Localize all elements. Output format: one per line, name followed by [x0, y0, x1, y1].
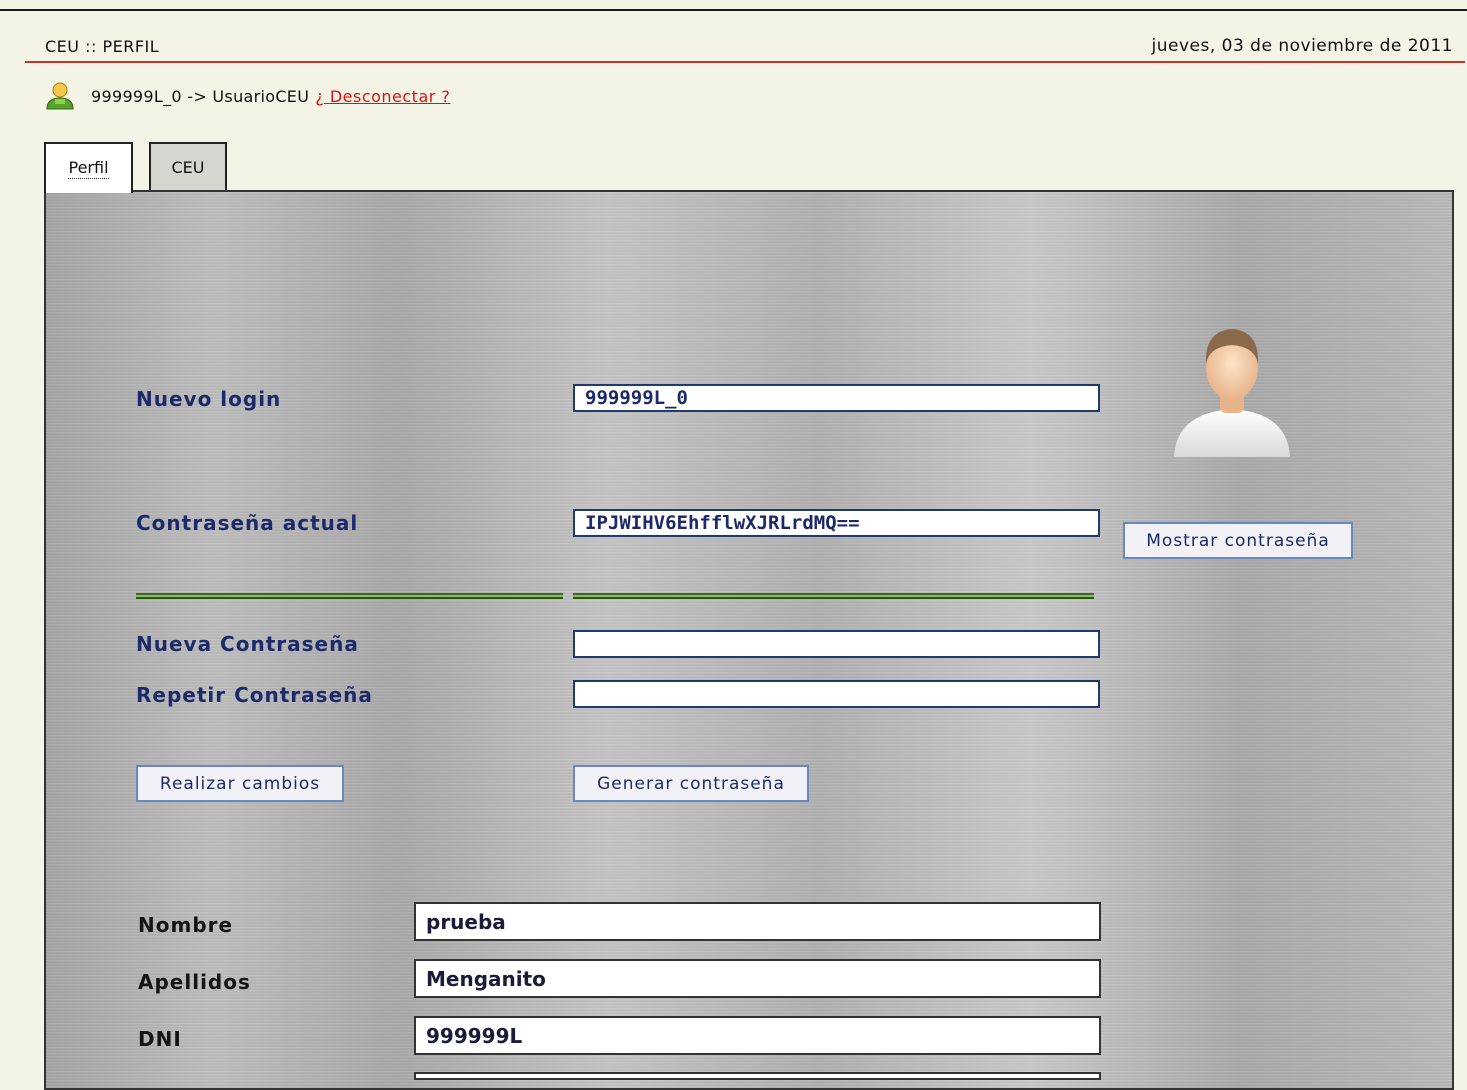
divider-right: [573, 593, 1094, 599]
page-title: CEU :: PERFIL: [45, 37, 160, 56]
current-password-field[interactable]: [573, 509, 1100, 537]
user-avatar-icon: [1172, 325, 1292, 464]
apply-changes-button[interactable]: Realizar cambios: [136, 765, 344, 802]
show-password-button[interactable]: Mostrar contraseña: [1123, 522, 1353, 559]
name-label: Nombre: [138, 913, 234, 937]
tab-perfil-label: Perfil: [68, 158, 109, 179]
new-password-field[interactable]: [573, 630, 1100, 658]
repeat-password-field[interactable]: [573, 680, 1100, 708]
login-label: Nuevo login: [136, 387, 282, 411]
tab-ceu[interactable]: CEU: [149, 142, 227, 190]
next-field-partial[interactable]: [414, 1072, 1101, 1080]
generate-password-button[interactable]: Generar contraseña: [573, 765, 809, 802]
dni-field[interactable]: [414, 1016, 1101, 1055]
top-border: [0, 9, 1467, 11]
current-date: jueves, 03 de noviembre de 2011: [1151, 36, 1453, 56]
name-field[interactable]: [414, 902, 1101, 941]
logout-link[interactable]: ¿ Desconectar ?: [315, 87, 450, 106]
repeat-password-label: Repetir Contraseña: [136, 683, 373, 707]
surname-field[interactable]: [414, 959, 1101, 998]
header-divider: [25, 61, 1465, 63]
new-password-label: Nueva Contraseña: [136, 632, 359, 656]
dni-label: DNI: [138, 1027, 182, 1051]
divider-left: [136, 593, 563, 599]
tab-ceu-label: CEU: [171, 157, 205, 177]
current-password-label: Contraseña actual: [136, 511, 359, 535]
user-status-icon: [43, 81, 77, 111]
surname-label: Apellidos: [138, 970, 251, 994]
session-info: 999999L_0 -> UsuarioCEU: [91, 86, 310, 106]
login-field[interactable]: [573, 384, 1100, 412]
user-session-bar: 999999L_0 -> UsuarioCEU ¿ Desconectar ?: [43, 81, 450, 111]
tab-perfil[interactable]: Perfil: [44, 142, 133, 193]
